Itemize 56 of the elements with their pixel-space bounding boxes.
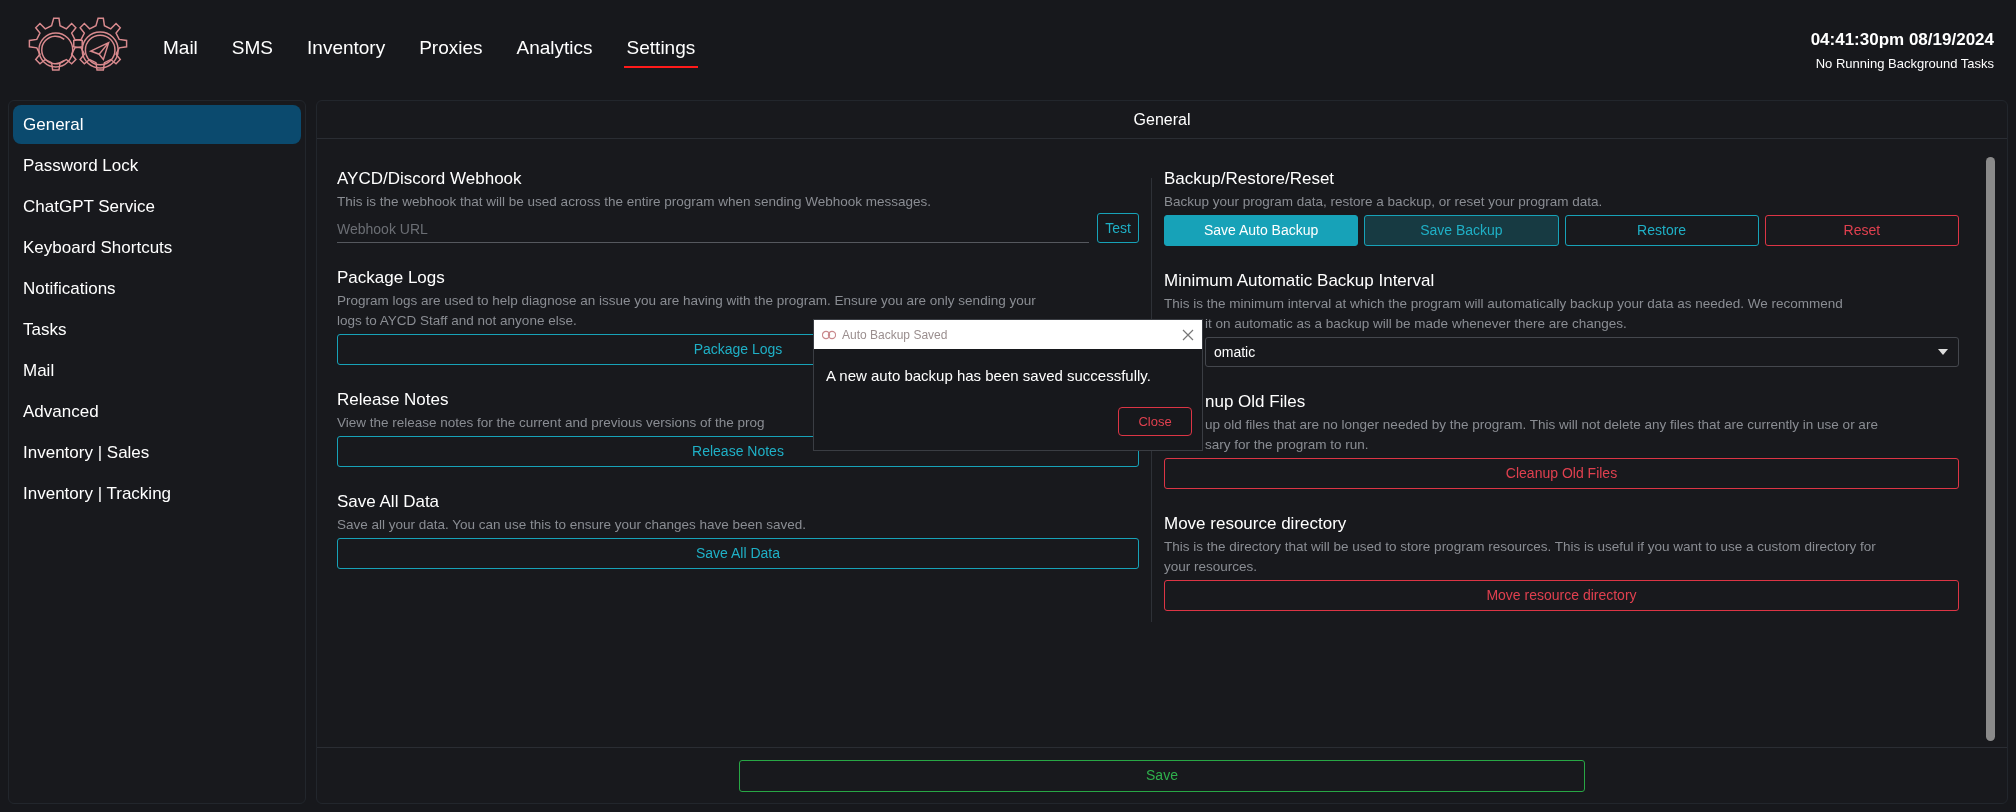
section-title: Release Notes: [337, 389, 449, 411]
section-description: Backup your program data, restore a backup, or reset your program data.: [1164, 193, 1603, 211]
save-button[interactable]: Save: [739, 759, 1585, 792]
section-description: This is the minimum interval at which the program will automatically backup your data as needed. We recommend: [1164, 295, 1843, 313]
section-description: it on automatic as a backup will be made whenever there are changes.: [1205, 315, 1627, 333]
sidebar-item[interactable]: Notifications: [13, 269, 301, 308]
sidebar-item[interactable]: Mail: [13, 351, 301, 390]
logo-icon: [822, 329, 836, 340]
sidebar-item[interactable]: Inventory | Tracking: [13, 474, 301, 513]
section-title: Package Logs: [337, 267, 445, 289]
sidebar-item[interactable]: Keyboard Shortcuts: [13, 228, 301, 267]
action-button[interactable]: Save Backup: [1364, 215, 1559, 246]
section-description: sary for the program to run.: [1205, 436, 1369, 454]
sidebar-item[interactable]: Inventory | Sales: [13, 433, 301, 472]
section-description: your resources.: [1164, 558, 1258, 576]
section-title: Save All Data: [337, 491, 440, 513]
webhook-url-field[interactable]: Webhook URL: [337, 215, 1089, 243]
dialog-message: A new auto backup has been saved successfully.: [825, 366, 1152, 386]
scrollbar[interactable]: [1986, 157, 1995, 741]
section-description: View the release notes for the current and previous versions of the prog: [337, 414, 765, 432]
panel-title: General: [317, 101, 2007, 139]
nav-tab[interactable]: Mail: [160, 34, 201, 68]
nav-tab[interactable]: Proxies: [416, 34, 486, 68]
test-button[interactable]: Test: [1097, 213, 1139, 243]
clock: 04:41:30pm 08/19/2024: [1810, 28, 1994, 51]
action-button[interactable]: Restore: [1564, 215, 1759, 246]
sidebar-item[interactable]: Password Lock: [13, 146, 301, 185]
interval-select[interactable]: omatic: [1205, 337, 1959, 367]
action-button[interactable]: Reset: [1764, 215, 1959, 246]
caret-icon: [1938, 349, 1948, 355]
section-description: This is the directory that will be used to store program resources. This is useful if you want to use a custom directory for: [1164, 538, 1876, 556]
sidebar-item[interactable]: Tasks: [13, 310, 301, 349]
section-title: Backup/Restore/Reset: [1164, 168, 1335, 190]
section-description: Program logs are used to help diagnose an issue you are having with the program. Ensure you are only sending your: [337, 292, 1036, 310]
section-title: Minimum Automatic Backup Interval: [1164, 270, 1435, 292]
section-description: up old files that are no longer needed by the program. This will not delete any files that are currently in use or are: [1205, 416, 1878, 434]
section-title: AYCD/Discord Webhook: [337, 168, 522, 190]
select-value: omatic: [1214, 342, 1256, 362]
action-button[interactable]: Save All Data: [337, 538, 1139, 569]
section-description: logs to AYCD Staff and not anyone else.: [337, 312, 577, 330]
section-description: Save all your data. You can use this to ensure your changes have been saved.: [337, 516, 807, 534]
sidebar-item[interactable]: ChatGPT Service: [13, 187, 301, 226]
nav-tab[interactable]: Inventory: [304, 34, 389, 68]
nav-tab[interactable]: SMS: [228, 34, 277, 68]
section-title: nup Old Files: [1205, 391, 1306, 413]
section-description: This is the webhook that will be used across the entire program when sending Webhook messages.: [337, 193, 932, 211]
nav-tab[interactable]: Settings: [623, 34, 699, 68]
action-button[interactable]: Move resource directory: [1164, 580, 1959, 611]
background-status: No Running Background Tasks: [1815, 55, 1994, 73]
sidebar-item[interactable]: General: [13, 105, 301, 144]
sidebar-item[interactable]: Advanced: [13, 392, 301, 431]
section-title: Move resource directory: [1164, 513, 1347, 535]
close-button[interactable]: Close: [1118, 407, 1192, 436]
close-icon[interactable]: [1182, 328, 1194, 341]
nav-tab[interactable]: Analytics: [513, 34, 596, 68]
action-button[interactable]: Cleanup Old Files: [1164, 458, 1959, 489]
